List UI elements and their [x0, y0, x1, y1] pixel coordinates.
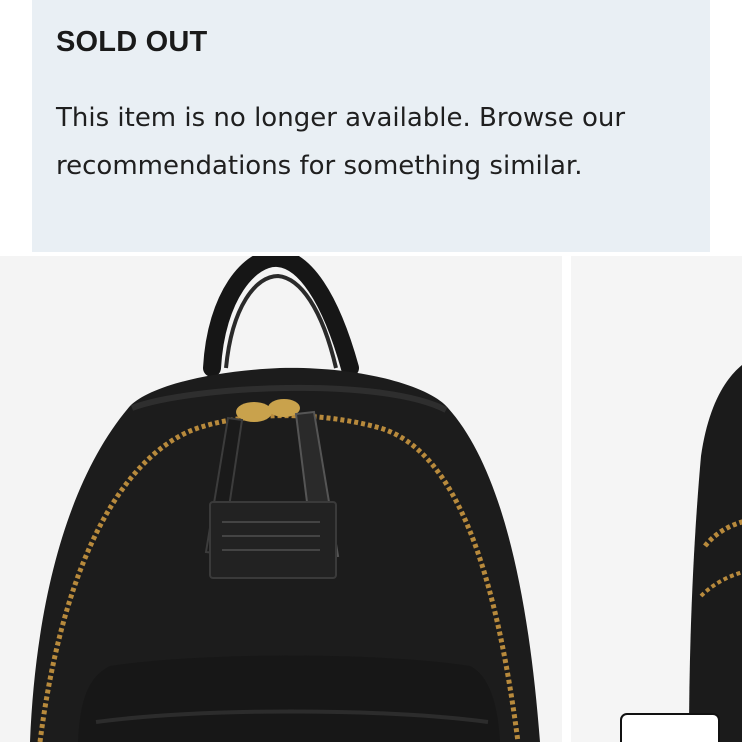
backpack-image[interactable] [571, 256, 742, 742]
carousel-next-button[interactable] [620, 713, 720, 742]
recommendation-card[interactable] [571, 256, 742, 742]
sold-out-message: This item is no longer available. Browse… [56, 103, 626, 181]
recommendation-card[interactable] [0, 256, 562, 742]
backpack-image[interactable] [0, 256, 562, 742]
page: SOLD OUT This item is no longer availabl… [0, 0, 742, 742]
recommendations-carousel [0, 256, 742, 742]
sold-out-notice: SOLD OUT This item is no longer availabl… [32, 0, 710, 252]
sold-out-title: SOLD OUT [56, 26, 208, 58]
